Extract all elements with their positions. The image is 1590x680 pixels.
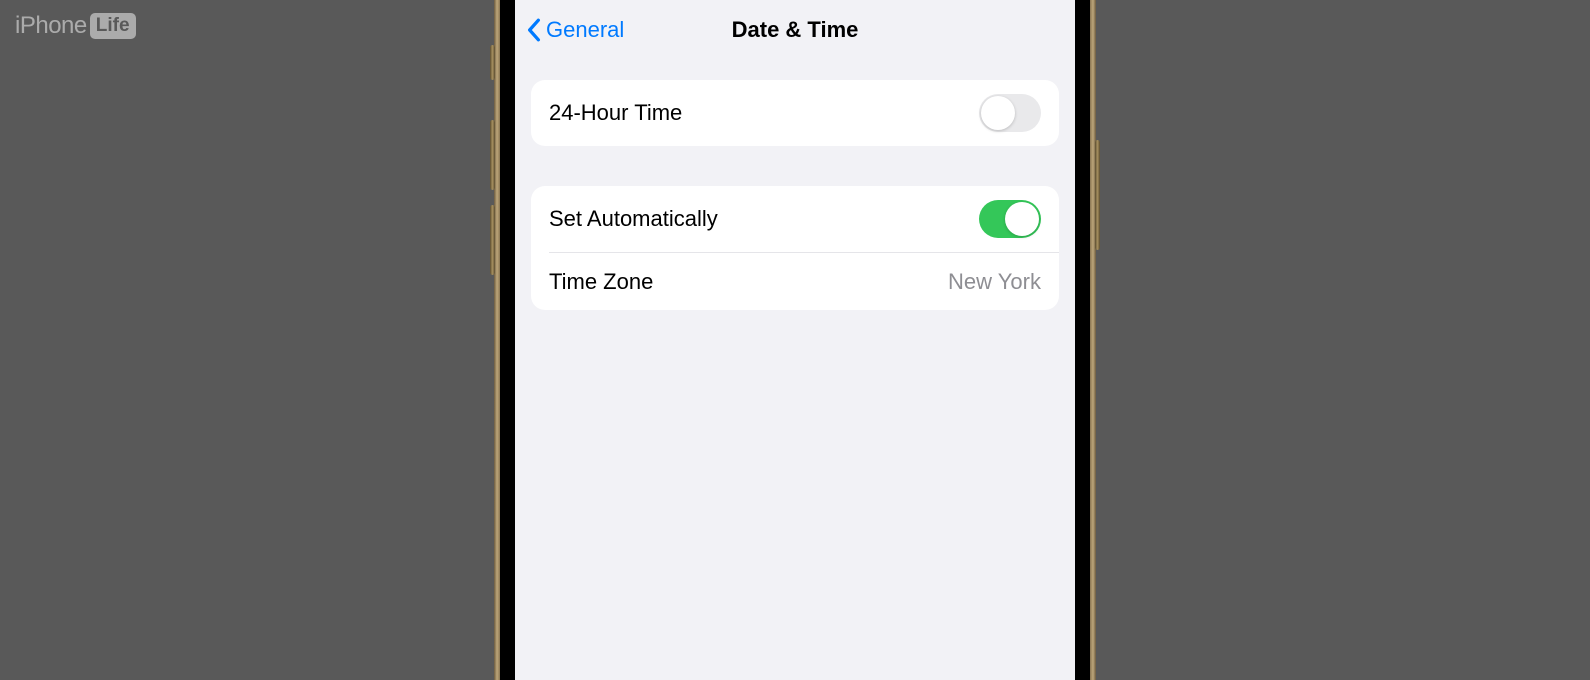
phone-edge-left <box>494 0 500 680</box>
settings-group-time-format: 24-Hour Time <box>531 80 1059 146</box>
watermark-brand-second: Life <box>90 13 136 39</box>
twenty-four-hour-label: 24-Hour Time <box>549 100 682 126</box>
chevron-left-icon <box>527 18 541 42</box>
toggle-knob <box>1005 202 1039 236</box>
settings-group-automatic: Set Automatically Time Zone New York <box>531 186 1059 310</box>
volume-down-button <box>490 205 495 275</box>
watermark-brand-first: iPhone <box>15 12 87 40</box>
twenty-four-hour-toggle[interactable] <box>979 94 1041 132</box>
back-label: General <box>546 17 624 43</box>
set-automatically-row[interactable]: Set Automatically <box>531 186 1059 252</box>
back-button[interactable]: General <box>527 17 624 43</box>
phone-edge-right <box>1090 0 1096 680</box>
time-zone-label: Time Zone <box>549 269 653 295</box>
watermark-logo: iPhone Life <box>15 12 136 40</box>
volume-up-button <box>490 120 495 190</box>
twenty-four-hour-row[interactable]: 24-Hour Time <box>531 80 1059 146</box>
phone-screen: General Date & Time 24-Hour Time Set Aut… <box>515 0 1075 680</box>
set-automatically-toggle[interactable] <box>979 200 1041 238</box>
set-automatically-label: Set Automatically <box>549 206 718 232</box>
side-button <box>1095 140 1100 250</box>
time-zone-value: New York <box>948 269 1041 295</box>
toggle-knob <box>981 96 1015 130</box>
navigation-bar: General Date & Time <box>515 0 1075 60</box>
phone-frame: General Date & Time 24-Hour Time Set Aut… <box>500 0 1090 680</box>
page-title: Date & Time <box>732 17 859 43</box>
time-zone-row[interactable]: Time Zone New York <box>549 252 1059 310</box>
mute-switch <box>490 45 495 80</box>
